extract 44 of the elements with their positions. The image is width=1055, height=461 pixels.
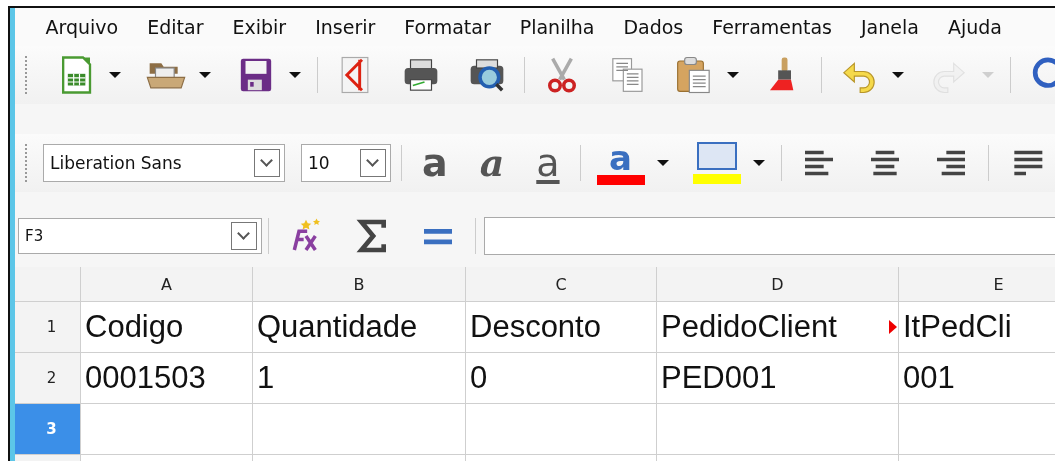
column-header[interactable]: D (657, 267, 899, 301)
menu-item[interactable]: Ajuda (933, 16, 1017, 38)
menu-item[interactable]: Ferramentas (697, 16, 847, 38)
caret-icon[interactable] (656, 160, 669, 166)
column-header[interactable]: A (81, 267, 253, 301)
menu-item[interactable]: Inserir (300, 16, 390, 38)
menu-item[interactable]: Editar (132, 16, 218, 38)
font-name-field[interactable]: Liberation Sans (43, 144, 285, 182)
font-color-button[interactable]: a (596, 141, 645, 185)
table-cell[interactable]: PED001 (657, 353, 899, 403)
table-cell[interactable]: 0001503 (81, 353, 253, 403)
caret-icon[interactable] (109, 72, 121, 78)
table-cell[interactable]: 001 (899, 353, 1055, 403)
toolbar-button[interactable]: a (593, 138, 672, 188)
menu-item[interactable]: Exibir (218, 16, 301, 38)
highlight-color-icon[interactable] (692, 142, 741, 184)
menu-item[interactable]: Arquivo (31, 16, 133, 38)
menu-item[interactable]: Janela (846, 16, 934, 38)
table-cell[interactable]: 1 (253, 353, 466, 403)
formula-input[interactable] (484, 217, 1055, 255)
column-header[interactable]: B (253, 267, 466, 301)
caret-icon[interactable] (289, 72, 301, 78)
menu-item[interactable]: Planilha (505, 16, 609, 38)
column-header[interactable]: C (466, 267, 657, 301)
dropdown-button[interactable] (360, 149, 386, 177)
table-cell[interactable]: 0 (466, 353, 657, 403)
menu-item[interactable]: Formatar (389, 16, 506, 38)
row-header[interactable]: 2 (15, 353, 81, 403)
table-cell[interactable]: PedidoClient (657, 302, 899, 352)
caret-icon[interactable] (752, 160, 765, 166)
caret-icon[interactable] (892, 72, 904, 78)
font-size-field[interactable]: 10 (301, 144, 391, 182)
table-cell[interactable]: ItPedCli (899, 302, 1055, 352)
caret-icon[interactable] (199, 72, 211, 78)
caret-icon[interactable] (727, 72, 739, 78)
table-cell[interactable]: Codigo (81, 302, 253, 352)
column-header[interactable]: E (899, 267, 1055, 301)
table-cell[interactable]: Quantidade (253, 302, 466, 352)
dropdown-button[interactable] (231, 222, 257, 250)
row-header[interactable]: 1 (15, 302, 81, 352)
dropdown-button[interactable] (254, 149, 280, 177)
name-box[interactable]: F3 (18, 218, 262, 254)
table-cell[interactable]: Desconto (466, 302, 657, 352)
menu-item[interactable]: Dados (608, 16, 698, 38)
